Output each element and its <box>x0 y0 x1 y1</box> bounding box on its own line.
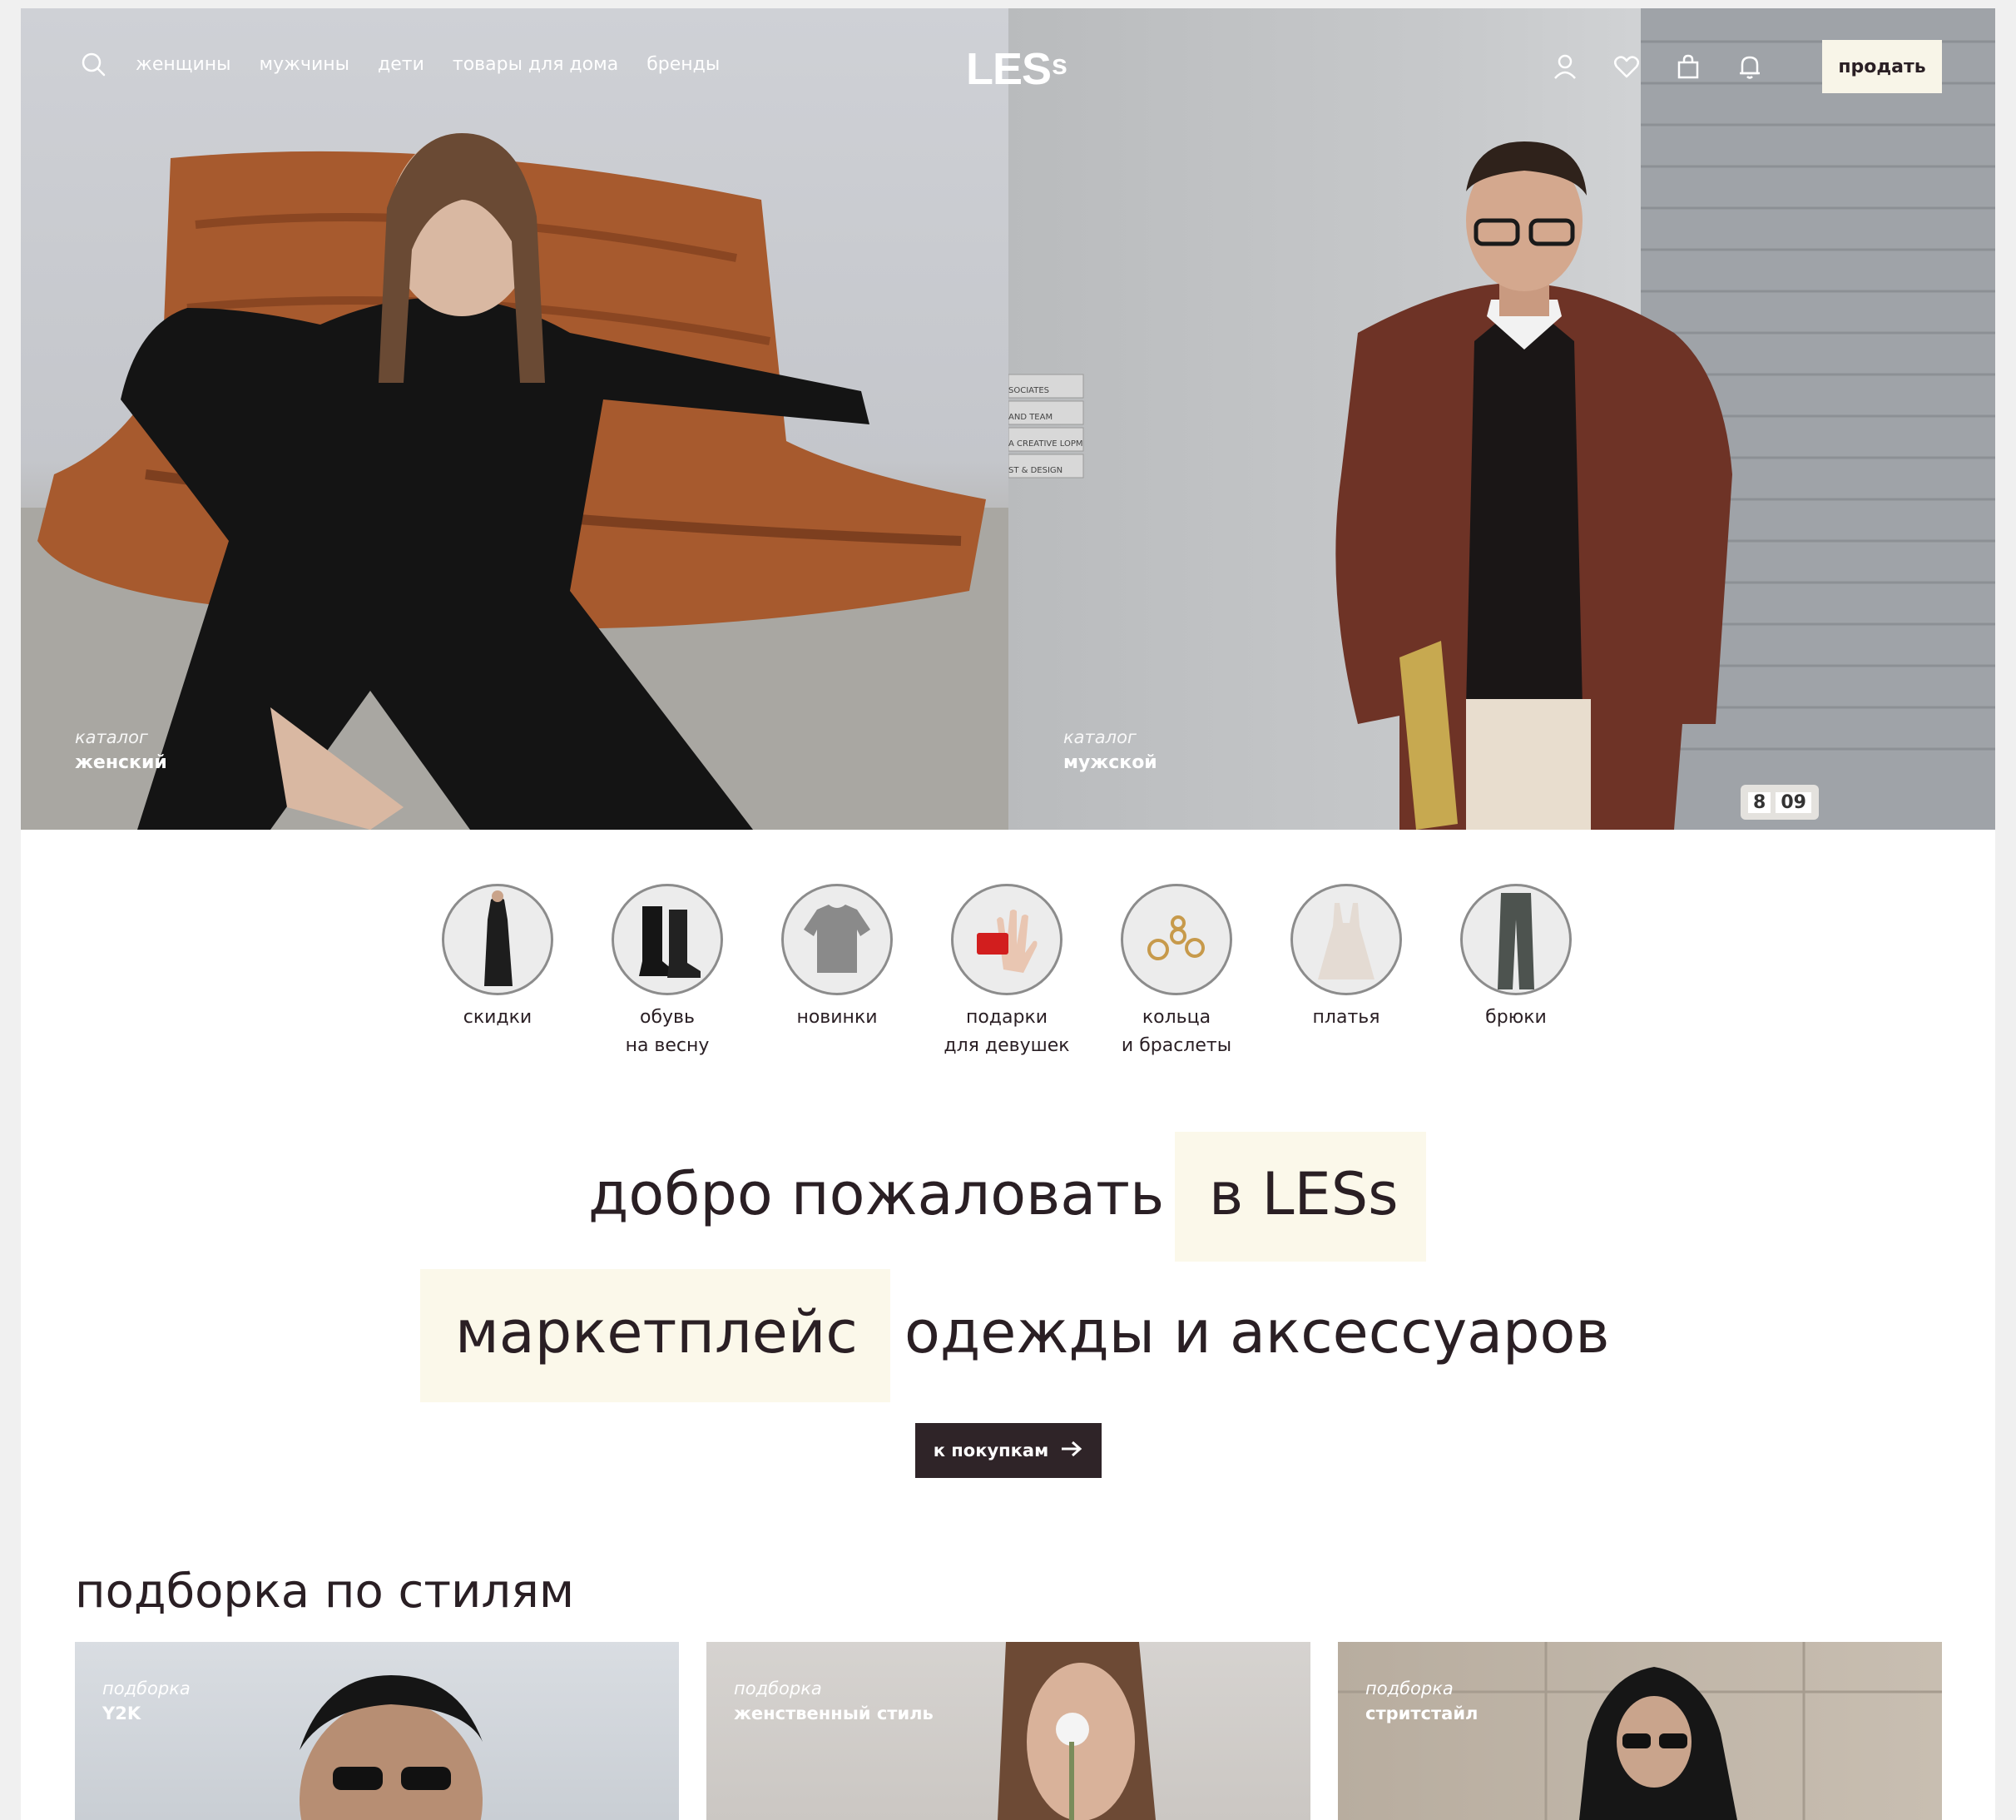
hero-men-photo <box>1008 8 1995 830</box>
nav-link-men[interactable]: мужчины <box>260 54 350 75</box>
style-card-streetstyle-title: стритстайл <box>1365 1703 1479 1723</box>
category-sale-image <box>442 884 553 995</box>
style-card-streetstyle-caption: подборка стритстайл <box>1365 1679 1478 1723</box>
welcome-marketplace: маркетплейс <box>455 1298 858 1366</box>
logo-small: s <box>1052 49 1067 81</box>
nav-left: женщины мужчины дети товары для дома бре… <box>79 50 720 78</box>
wall-sign-4: ST & DESIGN <box>1008 466 1063 475</box>
wall-signs: SOCIATES AND TEAM A CREATIVE LOPMENT ST … <box>1008 378 1083 484</box>
search-icon[interactable] <box>79 50 107 78</box>
style-card-y2k-small: подборка <box>102 1679 191 1699</box>
page: каталог женский каталог мужской 8 09 жен… <box>21 8 1995 1820</box>
category-spring-shoes[interactable]: обувь на весну <box>592 884 742 1060</box>
shop-now-button[interactable]: к покупкам <box>915 1423 1102 1478</box>
styles-section-title: подборка по стилям <box>75 1565 575 1619</box>
clock-hour: 8 <box>1748 791 1771 813</box>
welcome-line-1: добро пожаловать <box>588 1160 1165 1228</box>
category-rings-bracelets-label: кольца и браслеты <box>1121 1007 1232 1056</box>
top-navigation: женщины мужчины дети товары для дома бре… <box>21 8 1995 125</box>
style-card-feminine[interactable]: подборка женственный стиль <box>706 1642 1310 1820</box>
wall-sign-2: AND TEAM <box>1008 413 1053 422</box>
category-trousers-label: брюки <box>1485 1007 1547 1028</box>
category-sale-label: скидки <box>463 1007 532 1028</box>
hero-men-catalog[interactable]: каталог мужской 8 09 <box>1008 8 1995 830</box>
style-card-y2k-caption: подборка Y2K <box>102 1679 191 1723</box>
category-circles: скидки обувь на весну новинки подарки дл… <box>21 884 1995 1067</box>
style-card-feminine-small: подборка <box>734 1679 822 1699</box>
category-spring-shoes-label: обувь на весну <box>625 1007 710 1056</box>
hero-women-caption-title: женский <box>75 752 167 773</box>
shop-now-label: к покупкам <box>933 1441 1049 1460</box>
welcome-line-2: одежды и аксессуаров <box>904 1298 1610 1366</box>
hero-women-caption: каталог женский <box>75 727 167 773</box>
hero-men-caption-small: каталог <box>1063 727 1137 747</box>
welcome-brand: в LESs <box>1209 1160 1399 1228</box>
category-new-arrivals-label: новинки <box>796 1007 878 1028</box>
style-card-feminine-photo <box>998 1642 1156 1820</box>
logo-text: LES <box>966 44 1052 94</box>
hero-women-caption-small: каталог <box>75 727 148 747</box>
hero-women-photo <box>21 133 1008 830</box>
user-icon[interactable] <box>1551 52 1579 81</box>
arrow-right-icon <box>1060 1440 1083 1462</box>
style-card-streetstyle-photo <box>1338 1642 1942 1820</box>
category-dresses-image <box>1290 884 1402 995</box>
category-new-arrivals-image <box>781 884 893 995</box>
hero-men-caption: каталог мужской <box>1063 727 1157 773</box>
style-card-streetstyle[interactable]: подборка стритстайл <box>1338 1642 1942 1820</box>
style-card-feminine-caption: подборка женственный стиль <box>734 1679 934 1723</box>
category-trousers[interactable]: брюки <box>1441 884 1591 1032</box>
category-gifts[interactable]: подарки для девушек <box>932 884 1082 1060</box>
style-card-streetstyle-small: подборка <box>1365 1679 1454 1699</box>
nav-link-women[interactable]: женщины <box>136 54 231 75</box>
category-spring-shoes-image <box>612 884 723 995</box>
heart-icon[interactable] <box>1612 52 1641 81</box>
desk-clock: 8 09 <box>1741 785 1819 820</box>
hero-men-caption-title: мужской <box>1063 752 1157 773</box>
category-rings-bracelets[interactable]: кольца и браслеты <box>1102 884 1251 1060</box>
hero-women-catalog[interactable]: каталог женский <box>21 8 1008 830</box>
category-new-arrivals[interactable]: новинки <box>762 884 912 1032</box>
style-card-y2k-title: Y2K <box>102 1703 141 1723</box>
category-gifts-image <box>951 884 1062 995</box>
clock-minutes: 09 <box>1776 791 1811 813</box>
bell-icon[interactable] <box>1736 52 1764 81</box>
category-dresses[interactable]: платья <box>1271 884 1421 1032</box>
style-card-y2k[interactable]: подборка Y2K <box>75 1642 679 1820</box>
sell-button[interactable]: продать <box>1822 40 1942 93</box>
category-sale[interactable]: скидки <box>423 884 572 1032</box>
nav-link-home-goods[interactable]: товары для дома <box>453 54 618 75</box>
style-card-y2k-photo <box>300 1675 483 1820</box>
nav-link-kids[interactable]: дети <box>378 54 424 75</box>
wall-sign-1: SOCIATES <box>1008 386 1049 395</box>
category-gifts-label: подарки для девушек <box>944 1007 1070 1056</box>
nav-link-brands[interactable]: бренды <box>646 54 720 75</box>
site-logo[interactable]: LESs <box>966 43 1067 95</box>
category-rings-bracelets-image <box>1121 884 1232 995</box>
category-dresses-label: платья <box>1312 1007 1380 1028</box>
category-trousers-image <box>1460 884 1572 995</box>
shopping-bag-icon[interactable] <box>1674 52 1702 81</box>
nav-right: продать <box>1551 40 1942 93</box>
wall-sign-3: A CREATIVE LOPMENT <box>1008 439 1083 449</box>
style-card-feminine-title: женственный стиль <box>734 1703 934 1723</box>
